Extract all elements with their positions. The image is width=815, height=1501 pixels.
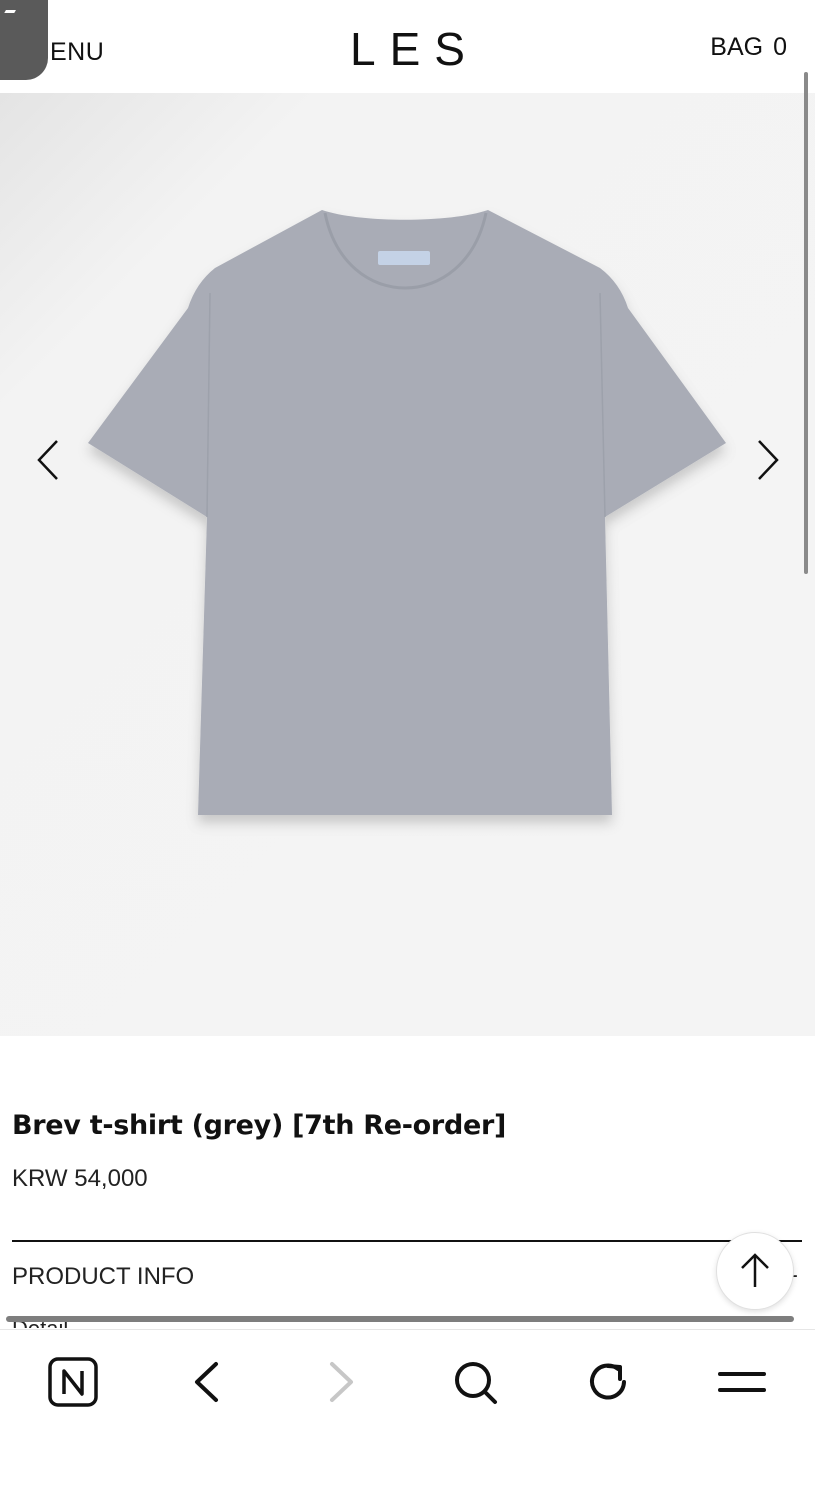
site-header: ENU LES BAG 0 <box>0 0 815 93</box>
naver-home-button[interactable] <box>43 1352 103 1412</box>
product-info-toggle[interactable]: PRODUCT INFO <box>12 1263 194 1291</box>
product-image <box>88 210 726 815</box>
browser-toolbar <box>0 1329 815 1501</box>
browser-search-button[interactable] <box>445 1352 505 1412</box>
naver-home-icon <box>48 1357 98 1407</box>
prev-image-button[interactable] <box>30 438 70 482</box>
browser-refresh-button[interactable] <box>578 1352 638 1412</box>
next-image-button[interactable] <box>748 438 788 482</box>
browser-forward-button[interactable] <box>311 1352 371 1412</box>
bag-button[interactable]: BAG 0 <box>710 33 787 62</box>
horizontal-scrollbar[interactable] <box>6 1316 794 1322</box>
chevron-left-icon <box>37 440 58 480</box>
bag-label: BAG <box>710 33 764 61</box>
back-icon <box>195 1362 218 1402</box>
forward-icon <box>330 1362 353 1402</box>
arrow-up-icon <box>741 1253 769 1287</box>
browser-menu-button[interactable] <box>712 1352 772 1412</box>
chevron-right-icon <box>758 440 779 480</box>
site-logo[interactable]: LES <box>0 22 815 76</box>
product-price: KRW 54,000 <box>12 1165 148 1192</box>
bag-count: 0 <box>773 33 787 61</box>
product-title: Brev t-shirt (grey) [7th Re-order] <box>12 1110 507 1141</box>
refresh-icon <box>590 1363 626 1400</box>
search-icon <box>455 1362 497 1404</box>
section-divider <box>12 1240 802 1242</box>
browser-back-button[interactable] <box>177 1352 237 1412</box>
scroll-to-top-button[interactable] <box>716 1232 794 1310</box>
vertical-scrollbar[interactable] <box>804 72 808 574</box>
menu-icon <box>718 1372 766 1392</box>
product-image-gallery[interactable] <box>0 93 815 1036</box>
